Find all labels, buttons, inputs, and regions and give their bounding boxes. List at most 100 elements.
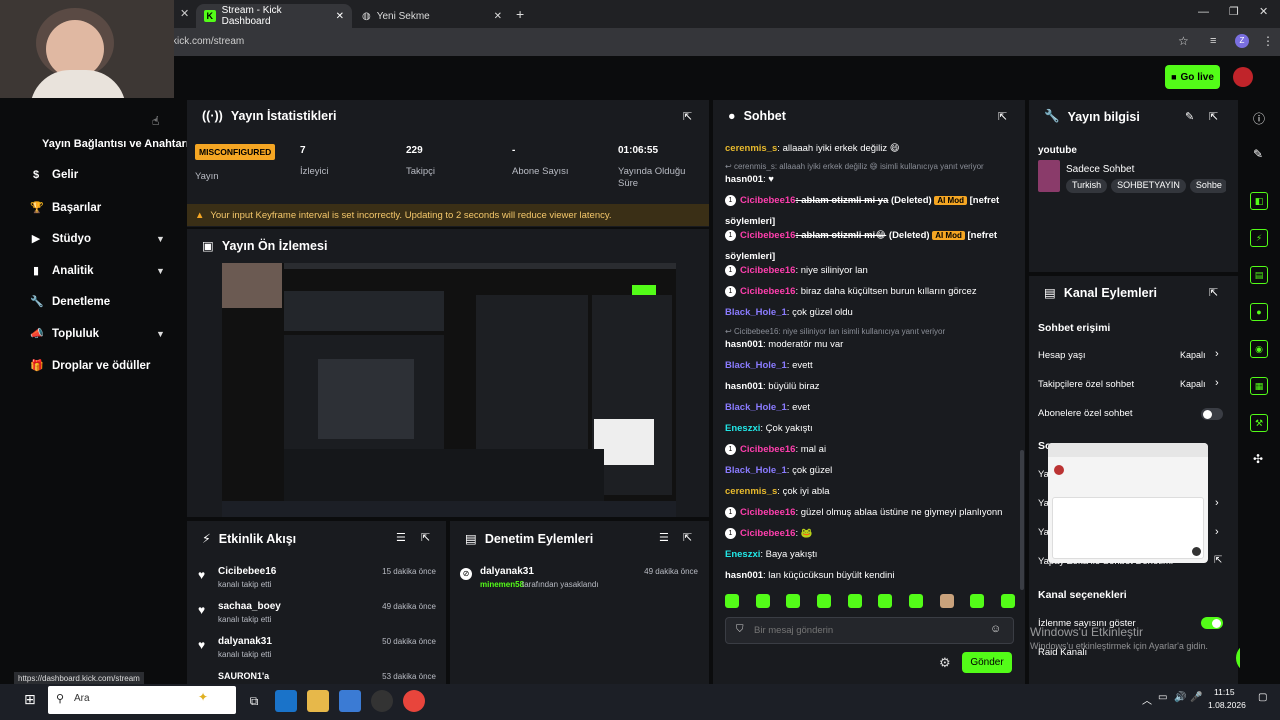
popout-icon[interactable]: ⇱ (1209, 110, 1218, 123)
bookmark-star-icon[interactable]: ☆ (1178, 34, 1189, 48)
network-icon[interactable]: ▭ (1158, 692, 1167, 703)
maximize-icon[interactable]: ❐ (1229, 5, 1239, 18)
task-view-icon[interactable]: ⧉ (243, 690, 265, 712)
file-explorer-icon[interactable] (307, 690, 329, 712)
chevron-right-icon[interactable]: › (1215, 497, 1219, 509)
tag-chip[interactable]: Turkish (1066, 179, 1108, 193)
chat-username[interactable]: Black_Hole_1 (725, 402, 787, 413)
taskbar-time[interactable]: 11:15 (1214, 687, 1235, 697)
chat-username[interactable]: Cicibebee16 (740, 265, 795, 276)
chat-input[interactable] (754, 620, 984, 640)
edge-icon[interactable] (275, 690, 297, 712)
notification-icon[interactable]: ▢ (1258, 692, 1267, 703)
obs-icon[interactable] (371, 690, 393, 712)
wrench-widget-icon[interactable]: ⚒ (1250, 414, 1268, 432)
sidebar-item-basarilar[interactable]: 🏆 Başarılar (30, 201, 101, 215)
emoji-icon[interactable]: ☺ (990, 623, 1001, 635)
edit-pencil-icon[interactable]: ✎ (1253, 147, 1263, 161)
popout-icon[interactable]: ⇱ (998, 110, 1007, 123)
sidebar-item-denetleme[interactable]: 🔧 Denetleme (30, 295, 110, 309)
broadcast-widget-icon[interactable]: ◉ (1250, 340, 1268, 358)
window-close-icon[interactable]: ✕ (1259, 5, 1268, 18)
chat-username[interactable]: Cicibebee16 (740, 528, 795, 539)
emote-icon[interactable] (755, 594, 770, 608)
chat-username[interactable]: Black_Hole_1 (725, 465, 787, 476)
subscriber-chat-toggle[interactable] (1201, 408, 1223, 420)
external-link-icon[interactable]: ⇱ (1214, 555, 1222, 566)
emote-icon[interactable] (816, 594, 831, 608)
chat-username[interactable]: Black_Hole_1 (725, 360, 787, 371)
tag-chip[interactable]: Sohbe (1189, 179, 1226, 193)
chevron-right-icon[interactable]: › (1215, 348, 1219, 360)
profile-avatar[interactable]: Z (1235, 34, 1249, 48)
chat-username[interactable]: hasn001 (725, 174, 763, 185)
emote-icon[interactable] (786, 594, 801, 608)
setting-value[interactable]: Kapalı (1180, 350, 1206, 360)
close-tab-icon[interactable]: ✕ (180, 7, 189, 20)
emote-icon[interactable] (878, 594, 893, 608)
sidebar-item-droplar[interactable]: 🎁 Droplar ve ödüller (30, 359, 150, 373)
activity-user[interactable]: Cicibebee16 (218, 566, 276, 577)
activity-user[interactable]: SAURON1'a (218, 671, 269, 681)
sidebar-item-topluluk[interactable]: 📣 Topluluk (30, 327, 99, 341)
popout-icon[interactable]: ⇱ (683, 531, 692, 544)
chevron-right-icon[interactable]: › (1215, 526, 1219, 538)
chevron-down-icon[interactable]: ▼ (156, 266, 165, 276)
activity-user[interactable]: dalyanak31 (218, 636, 272, 647)
chat-widget-icon[interactable]: ● (1250, 303, 1268, 321)
emote-icon[interactable] (1000, 594, 1015, 608)
close-tab-icon[interactable]: ✕ (494, 11, 502, 22)
filter-icon[interactable]: ☰ (396, 531, 406, 544)
activity-widget-icon[interactable]: ⚡ (1250, 229, 1268, 247)
chat-username[interactable]: hasn001 (725, 570, 763, 581)
emote-icon[interactable] (725, 594, 739, 608)
volume-icon[interactable]: 🔊 (1174, 692, 1186, 703)
emote-icon[interactable] (847, 594, 862, 608)
store-icon[interactable] (339, 690, 361, 712)
viewer-count-toggle[interactable] (1201, 617, 1223, 629)
chat-username[interactable]: Black_Hole_1 (725, 307, 787, 318)
moderation-user[interactable]: dalyanak31 (480, 566, 534, 577)
popout-icon[interactable]: ⇱ (1209, 286, 1218, 299)
moderator-name[interactable]: minemen58 (480, 580, 524, 589)
chat-username[interactable]: cerenmis_s (725, 143, 777, 154)
chevron-down-icon[interactable]: ▼ (156, 329, 165, 339)
menu-icon[interactable]: ⋮ (1262, 34, 1274, 48)
tab-new-tab[interactable]: ◍ Yeni Sekme ✕ (354, 4, 510, 28)
sidebar-item-analitik[interactable]: ▮ Analitik (30, 264, 94, 278)
stream-preview-video[interactable] (222, 263, 676, 517)
setting-value[interactable]: Kapalı (1180, 379, 1206, 389)
chat-username[interactable]: Cicibebee16 (740, 286, 795, 297)
user-avatar[interactable] (1233, 67, 1253, 87)
chat-username[interactable]: hasn001 (725, 381, 763, 392)
tray-chevron-icon[interactable]: ︿ (1142, 692, 1152, 707)
moderation-widget-icon[interactable]: ▦ (1250, 377, 1268, 395)
sidebar-item-studyo[interactable]: ▶ Stüdyo (30, 232, 91, 246)
chrome-icon[interactable] (403, 690, 425, 712)
chat-username[interactable]: Cicibebee16 (740, 195, 795, 206)
microphone-icon[interactable]: 🎤 (1190, 692, 1202, 703)
sidebar-item-gelir[interactable]: $ Gelir (30, 169, 78, 181)
chat-username[interactable]: Cicibebee16 (740, 444, 795, 455)
url-field[interactable]: kick.com/stream (172, 32, 1202, 52)
edit-pencil-icon[interactable]: ✎ (1185, 110, 1194, 123)
gear-icon[interactable]: ⚙ (939, 655, 951, 671)
widgets-icon[interactable]: ✣ (1253, 452, 1263, 466)
chat-username[interactable]: cerenmis_s (725, 486, 777, 497)
chat-scrollbar[interactable] (1020, 450, 1024, 590)
tab-stream-dashboard[interactable]: K Stream - Kick Dashboard ✕ (196, 4, 352, 28)
chevron-right-icon[interactable]: › (1215, 377, 1219, 389)
close-tab-icon[interactable]: ✕ (336, 11, 344, 22)
emote-icon[interactable] (970, 594, 985, 608)
taskbar-date[interactable]: 1.08.2026 (1208, 700, 1246, 710)
minimize-icon[interactable]: — (1198, 6, 1209, 18)
tag-chip[interactable]: SOHBETYAYIN (1111, 179, 1186, 193)
go-live-button[interactable]: ■ Go live (1165, 65, 1220, 89)
chat-username[interactable]: Cicibebee16 (740, 507, 795, 518)
activity-user[interactable]: sachaa_boey (218, 601, 281, 612)
popout-icon[interactable]: ⇱ (683, 110, 692, 123)
filter-icon[interactable]: ☰ (659, 531, 669, 544)
emote-icon[interactable] (939, 594, 954, 608)
chat-username[interactable]: Cicibebee16 (740, 230, 795, 241)
chat-username[interactable]: hasn001 (725, 339, 763, 350)
